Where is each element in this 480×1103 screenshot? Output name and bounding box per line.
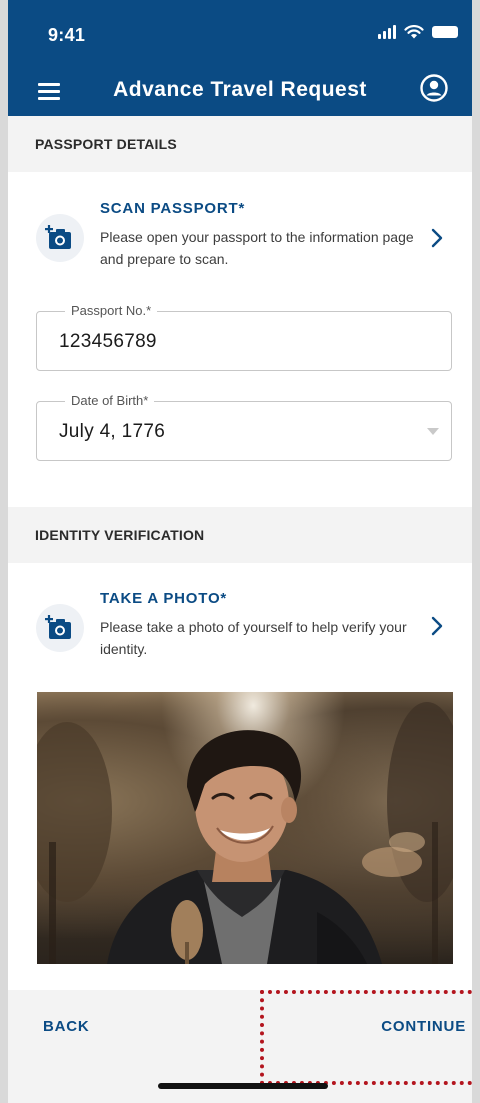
status-icons — [378, 25, 458, 39]
camera-add-circle — [36, 214, 84, 262]
passport-number-label: Passport No.* — [65, 303, 158, 318]
scan-passport-description: Please open your passport to the informa… — [100, 229, 414, 267]
home-indicator — [158, 1083, 328, 1089]
status-time: 9:41 — [48, 25, 86, 45]
profile-icon[interactable] — [420, 74, 448, 102]
passport-number-field[interactable]: Passport No.* 123456789 — [36, 303, 452, 371]
continue-button[interactable]: CONTINUE — [381, 1018, 466, 1035]
camera-add-icon — [45, 225, 71, 249]
page-title: Advance Travel Request — [113, 78, 367, 101]
passport-details-header: PASSPORT DETAILS — [8, 116, 472, 172]
take-photo-title: TAKE A PHOTO* — [100, 590, 228, 607]
battery-icon — [432, 26, 458, 38]
date-of-birth-field[interactable]: Date of Birth* July 4, 1776 — [36, 393, 452, 461]
identity-verification-header: IDENTITY VERIFICATION — [8, 507, 472, 563]
signal-icon — [378, 25, 396, 39]
portrait-illustration — [37, 702, 453, 964]
chevron-right-icon[interactable] — [430, 228, 444, 248]
take-photo-description: Please take a photo of yourself to help … — [100, 619, 407, 657]
app-header: 9:41 Advance Travel Request — [8, 0, 472, 116]
chevron-right-icon[interactable] — [430, 616, 444, 636]
passport-details-heading: PASSPORT DETAILS — [35, 136, 177, 152]
camera-add-icon — [45, 615, 71, 639]
continue-highlight-box — [260, 990, 472, 1085]
phone-screen: 9:41 Advance Travel Request PASSPORT DET… — [8, 0, 472, 1103]
back-button[interactable]: BACK — [43, 1018, 90, 1035]
identity-verification-heading: IDENTITY VERIFICATION — [35, 527, 205, 543]
take-photo-row[interactable]: TAKE A PHOTO* Please take a photo of you… — [8, 580, 472, 678]
wifi-icon — [404, 25, 424, 39]
scan-passport-row[interactable]: SCAN PASSPORT* Please open your passport… — [8, 190, 472, 288]
user-photo — [37, 692, 453, 964]
date-of-birth-value[interactable]: July 4, 1776 — [59, 421, 165, 443]
scan-passport-title: SCAN PASSPORT* — [100, 200, 246, 217]
date-of-birth-label: Date of Birth* — [65, 393, 155, 408]
dropdown-arrow-icon[interactable] — [427, 428, 439, 435]
passport-number-value[interactable]: 123456789 — [59, 331, 157, 353]
camera-add-circle — [36, 604, 84, 652]
